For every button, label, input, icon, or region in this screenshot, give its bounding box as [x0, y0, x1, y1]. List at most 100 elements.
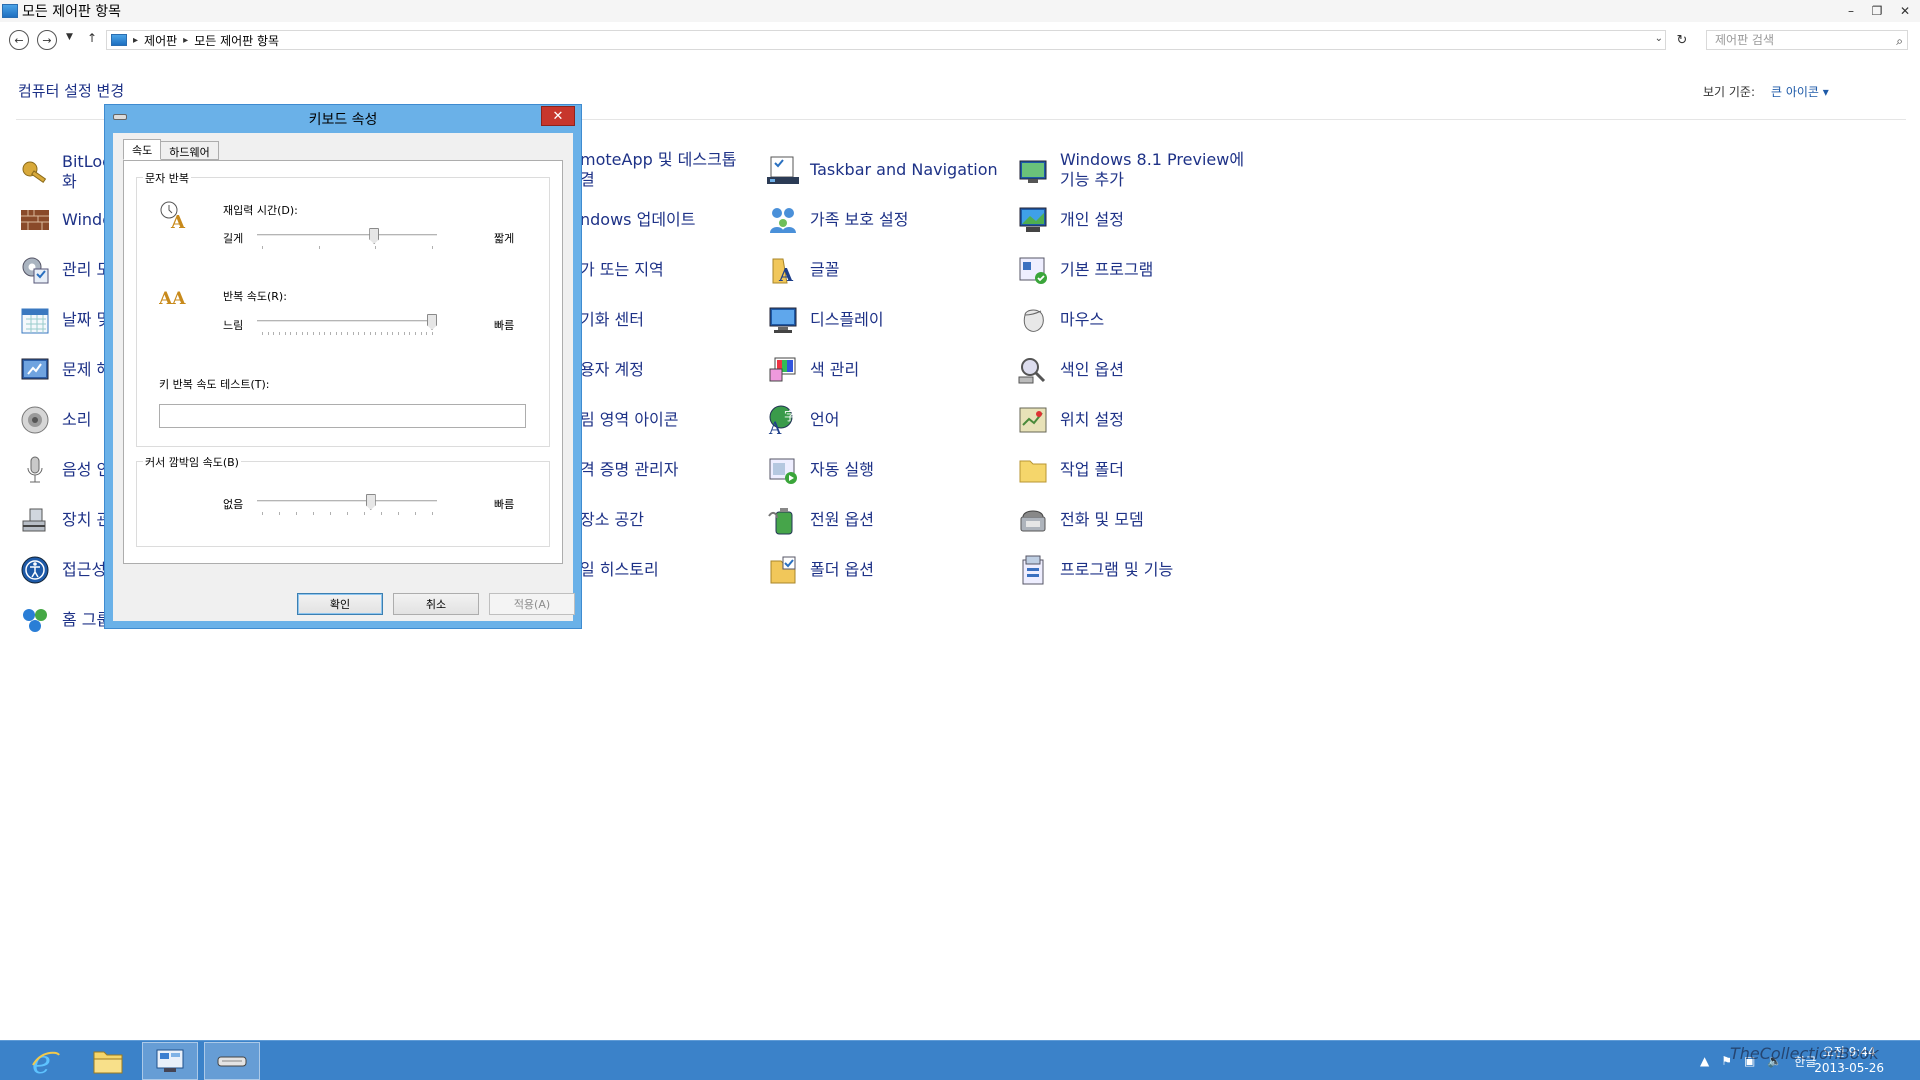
cp-item-location[interactable]: 위치 설정 [1016, 404, 1124, 436]
cp-item-add-features[interactable]: Windows 8.1 Preview에 기능 추가 [1016, 150, 1244, 190]
cp-item-user-accounts[interactable]: 용자 계정 [572, 360, 644, 380]
slider-tick [375, 246, 377, 249]
repeat-test-input[interactable] [159, 404, 526, 428]
cp-item-color-management[interactable]: 색 관리 [766, 354, 859, 386]
slider-tick [432, 332, 433, 335]
display-monitor-icon [766, 304, 800, 336]
cp-item-work-folders[interactable]: 작업 폴더 [1016, 454, 1124, 486]
breadcrumb-separator-icon[interactable]: ▸ [183, 35, 188, 46]
cp-item-language[interactable]: A字 언어 [766, 404, 839, 436]
rate-slow-label: 느림 [223, 319, 244, 332]
control-panel-small-icon [111, 34, 127, 46]
cp-item-phone-modem[interactable]: 전화 및 모뎀 [1016, 504, 1144, 536]
close-window-button[interactable]: ✕ [1890, 0, 1920, 22]
dialog-body: 속도 하드웨어 문자 반복 A 재입력 시간(D): 길게 짧게 AA 반복 속… [113, 133, 575, 621]
breadcrumb-all-items[interactable]: 모든 제어판 항목 [194, 32, 279, 49]
keyboard-taskbar-icon[interactable] [204, 1042, 260, 1080]
group-title: 문자 반복 [143, 170, 191, 186]
cp-item-power-options[interactable]: 전원 옵션 [766, 504, 874, 536]
repeat-delay-slider[interactable] [257, 228, 437, 249]
view-by-dropdown[interactable]: 큰 아이콘 ▾ [1771, 83, 1829, 100]
blink-none-label: 없음 [223, 498, 244, 511]
slider-tick [409, 332, 411, 335]
file-explorer-icon[interactable] [80, 1042, 136, 1080]
cancel-button[interactable]: 취소 [393, 593, 479, 615]
back-arrow-icon[interactable]: ← [9, 30, 29, 50]
cp-item-ease-of-access[interactable]: 접근성 [18, 554, 106, 586]
cp-item-credential-manager[interactable]: 격 증명 관리자 [572, 460, 679, 480]
dialog-titlebar[interactable]: 키보드 속성 ✕ [105, 105, 581, 131]
cp-item-windows-update[interactable]: ndows 업데이트 [572, 210, 695, 230]
cp-item-family-safety[interactable]: 가족 보호 설정 [766, 204, 909, 236]
address-dropdown-icon[interactable]: ⌄ [1655, 33, 1663, 44]
cp-item-label-line2: 기능 추가 [1060, 170, 1124, 189]
cp-item-windows-firewall[interactable]: Windc [18, 204, 111, 236]
cp-item-autoplay[interactable]: 자동 실행 [766, 454, 874, 486]
tab-hardware[interactable]: 하드웨어 [160, 141, 219, 160]
dialog-close-button[interactable]: ✕ [541, 106, 575, 126]
cp-item-admin-tools[interactable]: 관리 도 [18, 254, 111, 286]
cp-item-display[interactable]: 디스플레이 [766, 304, 884, 336]
cp-item-taskbar-navigation[interactable]: Taskbar and Navigation [766, 154, 998, 186]
ok-button[interactable]: 확인 [297, 593, 383, 615]
slider-tick [432, 246, 433, 249]
cp-item-speech[interactable]: 음성 인 [18, 454, 111, 486]
search-icon[interactable]: ⌕ [1896, 32, 1903, 50]
device-manager-icon [18, 504, 52, 536]
cp-item-troubleshoot[interactable]: 문제 해 [18, 354, 111, 386]
cp-item-sync-center[interactable]: 기화 센터 [572, 310, 644, 330]
cp-item-default-programs[interactable]: 기본 프로그램 [1016, 254, 1153, 286]
svg-text:字: 字 [784, 408, 796, 423]
address-bar[interactable]: ▸ 제어판 ▸ 모든 제어판 항목 ⌄ [106, 30, 1666, 50]
control-panel-taskbar-icon[interactable] [142, 1042, 198, 1080]
cp-item-label: 색 관리 [810, 360, 860, 379]
slider-tick [403, 332, 405, 335]
cp-item-sound[interactable]: 소리 [18, 404, 91, 436]
repeat-delay-label: 재입력 시간(D): [223, 204, 298, 217]
cp-item-file-history[interactable]: 일 히스토리 [572, 560, 659, 580]
repeat-rate-slider[interactable] [257, 314, 437, 335]
cursor-blink-slider[interactable] [257, 494, 437, 515]
tab-speed[interactable]: 속도 [123, 139, 162, 160]
tray-expand-icon[interactable]: ▲ [1700, 1054, 1709, 1068]
cp-item-folder-options[interactable]: 폴더 옵션 [766, 554, 874, 586]
refresh-icon[interactable]: ↻ [1672, 30, 1692, 50]
cp-item-homegroup[interactable]: 홈 그룹 [18, 604, 111, 636]
slider-thumb[interactable] [369, 228, 380, 244]
search-input[interactable]: 제어판 검색 ⌕ [1706, 30, 1908, 50]
breadcrumb-control-panel[interactable]: 제어판 [144, 32, 177, 49]
cp-item-notification-icons[interactable]: 림 영역 아이콘 [572, 410, 679, 430]
default-programs-icon [1016, 254, 1050, 286]
cp-item-date-time[interactable]: 날짜 및 [18, 304, 111, 336]
restore-button[interactable]: ❐ [1864, 0, 1890, 22]
cp-item-region[interactable]: 가 또는 지역 [572, 260, 664, 280]
language-icon: A字 [766, 404, 800, 436]
cp-item-fonts[interactable]: A 글꼴 [766, 254, 839, 286]
cp-item-programs-features[interactable]: 프로그램 및 기능 [1016, 554, 1173, 586]
slider-tick [301, 332, 303, 335]
cp-item-storage-spaces[interactable]: 장소 공간 [572, 510, 644, 530]
mouse-icon [1016, 304, 1050, 336]
slider-ticks [257, 246, 437, 250]
cp-item-personalization[interactable]: 개인 설정 [1016, 204, 1124, 236]
slider-thumb[interactable] [365, 494, 376, 510]
cp-item-indexing[interactable]: 색인 옵션 [1016, 354, 1124, 386]
apply-button[interactable]: 적용(A) [489, 593, 575, 615]
history-dropdown-icon[interactable]: ▼ [66, 32, 73, 42]
slider-thumb[interactable] [427, 314, 437, 330]
cp-item-mouse[interactable]: 마우스 [1016, 304, 1104, 336]
personalization-icon [1016, 204, 1050, 236]
cp-item-label: 전원 옵션 [810, 510, 874, 529]
breadcrumb-separator-icon[interactable]: ▸ [133, 35, 138, 46]
cp-item-bitlocker[interactable]: BitLoc 화 [18, 152, 111, 192]
minimize-button[interactable]: – [1838, 0, 1864, 22]
forward-arrow-icon[interactable]: → [37, 30, 57, 50]
slider-tick [262, 332, 263, 335]
cp-item-remoteapp[interactable]: moteApp 및 데스크톱 결 [572, 150, 737, 190]
internet-explorer-icon[interactable]: e [18, 1042, 74, 1080]
repeat-rate-icon: AA [158, 284, 189, 309]
up-arrow-icon[interactable]: ↑ [87, 31, 97, 45]
cp-item-device-manager[interactable]: 장치 관 [18, 504, 111, 536]
power-options-icon [766, 504, 800, 536]
autoplay-icon [766, 454, 800, 486]
